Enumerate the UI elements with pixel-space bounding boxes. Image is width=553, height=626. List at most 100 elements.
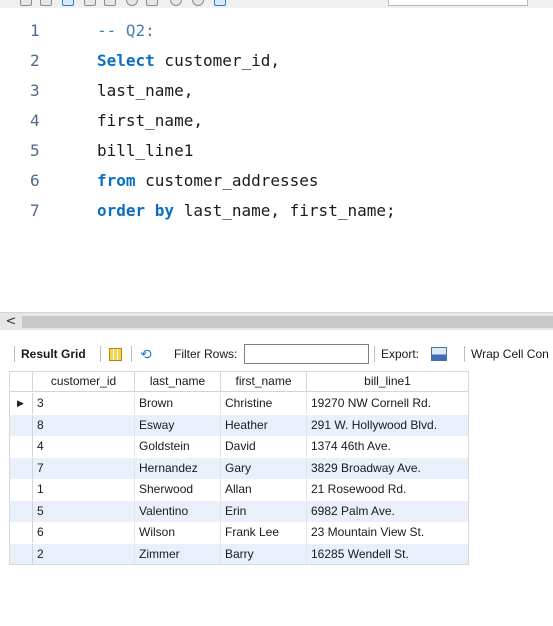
row-indicator[interactable]: [9, 436, 33, 457]
table-row[interactable]: 5 Valentino Erin 6982 Palm Ave.: [9, 500, 469, 522]
cell-last-name[interactable]: Wilson: [135, 522, 221, 543]
cell-bill-line1[interactable]: 291 W. Hollywood Blvd.: [307, 415, 469, 436]
column-header-bill-line1[interactable]: bill_line1: [307, 371, 469, 392]
table-row[interactable]: 8 Esway Heather 291 W. Hollywood Blvd.: [9, 414, 469, 436]
table-row[interactable]: 1 Sherwood Allan 21 Rosewood Rd.: [9, 479, 469, 500]
cell-last-name[interactable]: Brown: [135, 393, 221, 414]
sql-text: bill_line1: [97, 141, 194, 160]
cell-last-name[interactable]: Sherwood: [135, 479, 221, 500]
table-row[interactable]: 7 Hernandez Gary 3829 Broadway Ave.: [9, 457, 469, 479]
sql-comment: -- Q2:: [97, 21, 155, 40]
cell-customer-id[interactable]: 5: [33, 500, 135, 522]
cell-customer-id[interactable]: 2: [33, 543, 135, 565]
horizontal-scrollbar[interactable]: <: [0, 312, 553, 330]
refresh-icon[interactable]: ⟲: [140, 342, 152, 366]
cell-customer-id[interactable]: 3: [33, 393, 135, 414]
line-number: 5: [30, 141, 40, 160]
code-text[interactable]: order by last_name, first_name;: [97, 198, 396, 224]
limit-rows-select[interactable]: [388, 0, 528, 6]
cell-bill-line1[interactable]: 19270 NW Cornell Rd.: [307, 393, 469, 414]
cell-customer-id[interactable]: 1: [33, 479, 135, 500]
line-number: 6: [30, 171, 40, 190]
cell-bill-line1[interactable]: 23 Mountain View St.: [307, 522, 469, 543]
cell-customer-id[interactable]: 4: [33, 436, 135, 457]
result-grid[interactable]: customer_id last_name first_name bill_line1…: [9, 371, 469, 565]
cell-bill-line1[interactable]: 6982 Palm Ave.: [307, 501, 469, 522]
cell-first-name[interactable]: Gary: [221, 457, 307, 479]
cell-customer-id[interactable]: 8: [33, 414, 135, 436]
row-indicator[interactable]: [9, 457, 33, 479]
cell-first-name[interactable]: Frank Lee: [221, 522, 307, 543]
row-indicator[interactable]: ▶: [9, 393, 33, 414]
code-text[interactable]: first_name,: [97, 108, 203, 134]
scrollbar-thumb[interactable]: [22, 316, 553, 328]
explain-icon[interactable]: [104, 0, 116, 6]
grid-header-row: customer_id last_name first_name bill_line1: [9, 371, 469, 392]
code-text[interactable]: -- Q2:: [97, 18, 155, 44]
code-text[interactable]: Select customer_id,: [97, 48, 280, 74]
code-line[interactable]: 3 last_name,: [0, 78, 553, 104]
row-indicator[interactable]: [9, 543, 33, 565]
line-number: 7: [30, 201, 40, 220]
cell-last-name[interactable]: Esway: [135, 414, 221, 436]
code-text[interactable]: from customer_addresses: [97, 168, 319, 194]
cell-customer-id[interactable]: 6: [33, 522, 135, 543]
cell-customer-id[interactable]: 7: [33, 457, 135, 479]
table-row[interactable]: ▶ 3 Brown Christine 19270 NW Cornell Rd.: [9, 393, 469, 414]
result-toolbar: Result Grid ⟲ Filter Rows: Export: Wrap …: [0, 342, 553, 366]
cell-last-name[interactable]: Hernandez: [135, 457, 221, 479]
cell-bill-line1[interactable]: 21 Rosewood Rd.: [307, 479, 469, 500]
toolbar-divider: [100, 346, 101, 362]
open-file-icon[interactable]: [20, 0, 32, 6]
export-icon[interactable]: [431, 347, 447, 361]
code-line[interactable]: 4 first_name,: [0, 108, 553, 134]
row-indicator[interactable]: [9, 479, 33, 500]
cell-first-name[interactable]: Allan: [221, 479, 307, 500]
toolbar-divider: [464, 346, 465, 362]
cell-first-name[interactable]: David: [221, 436, 307, 457]
sql-keyword: Select: [97, 51, 155, 70]
toggle-icon[interactable]: [146, 0, 158, 6]
code-line[interactable]: 1 -- Q2:: [0, 18, 553, 44]
cell-first-name[interactable]: Barry: [221, 543, 307, 565]
code-text[interactable]: last_name,: [97, 78, 193, 104]
execute-icon[interactable]: [62, 0, 74, 6]
stop-icon[interactable]: [126, 0, 138, 6]
wrap-cell-content-label[interactable]: Wrap Cell Con: [471, 342, 549, 366]
cell-bill-line1[interactable]: 16285 Wendell St.: [307, 544, 469, 565]
column-header-first-name[interactable]: first_name: [221, 371, 307, 392]
scroll-left-arrow-icon[interactable]: <: [4, 313, 18, 331]
column-header-customer-id[interactable]: customer_id: [33, 371, 135, 392]
cell-last-name[interactable]: Zimmer: [135, 543, 221, 565]
rollback-icon[interactable]: [192, 0, 204, 6]
save-icon[interactable]: [40, 0, 52, 6]
code-line[interactable]: 2 Select customer_id,: [0, 48, 553, 74]
execute-line-icon[interactable]: [84, 0, 96, 6]
row-indicator[interactable]: [9, 500, 33, 522]
cell-last-name[interactable]: Goldstein: [135, 436, 221, 457]
autocommit-icon[interactable]: [214, 0, 226, 6]
row-indicator[interactable]: [9, 414, 33, 436]
code-line[interactable]: 5 bill_line1: [0, 138, 553, 164]
cell-bill-line1[interactable]: 1374 46th Ave.: [307, 436, 469, 457]
commit-icon[interactable]: [170, 0, 182, 6]
code-line[interactable]: 6 from customer_addresses: [0, 168, 553, 194]
table-row[interactable]: 4 Goldstein David 1374 46th Ave.: [9, 436, 469, 457]
cell-last-name[interactable]: Valentino: [135, 500, 221, 522]
result-grid-tab[interactable]: Result Grid: [21, 342, 86, 366]
cell-first-name[interactable]: Christine: [221, 393, 307, 414]
sql-text: last_name,: [97, 81, 194, 100]
filter-rows-input[interactable]: [244, 344, 369, 364]
column-header-last-name[interactable]: last_name: [135, 371, 221, 392]
filter-rows-label: Filter Rows:: [174, 347, 238, 361]
code-text[interactable]: bill_line1: [97, 138, 193, 164]
cell-bill-line1[interactable]: 3829 Broadway Ave.: [307, 458, 469, 479]
row-indicator[interactable]: [9, 522, 33, 543]
table-row[interactable]: 2 Zimmer Barry 16285 Wendell St.: [9, 543, 469, 565]
sql-editor[interactable]: 1 -- Q2: 2 Select customer_id, 3 last_name, 4 f…: [0, 8, 553, 312]
code-line[interactable]: 7 order by last_name, first_name;: [0, 198, 553, 224]
grid-layout-icon[interactable]: [109, 348, 122, 361]
cell-first-name[interactable]: Erin: [221, 500, 307, 522]
table-row[interactable]: 6 Wilson Frank Lee 23 Mountain View St.: [9, 522, 469, 543]
cell-first-name[interactable]: Heather: [221, 414, 307, 436]
